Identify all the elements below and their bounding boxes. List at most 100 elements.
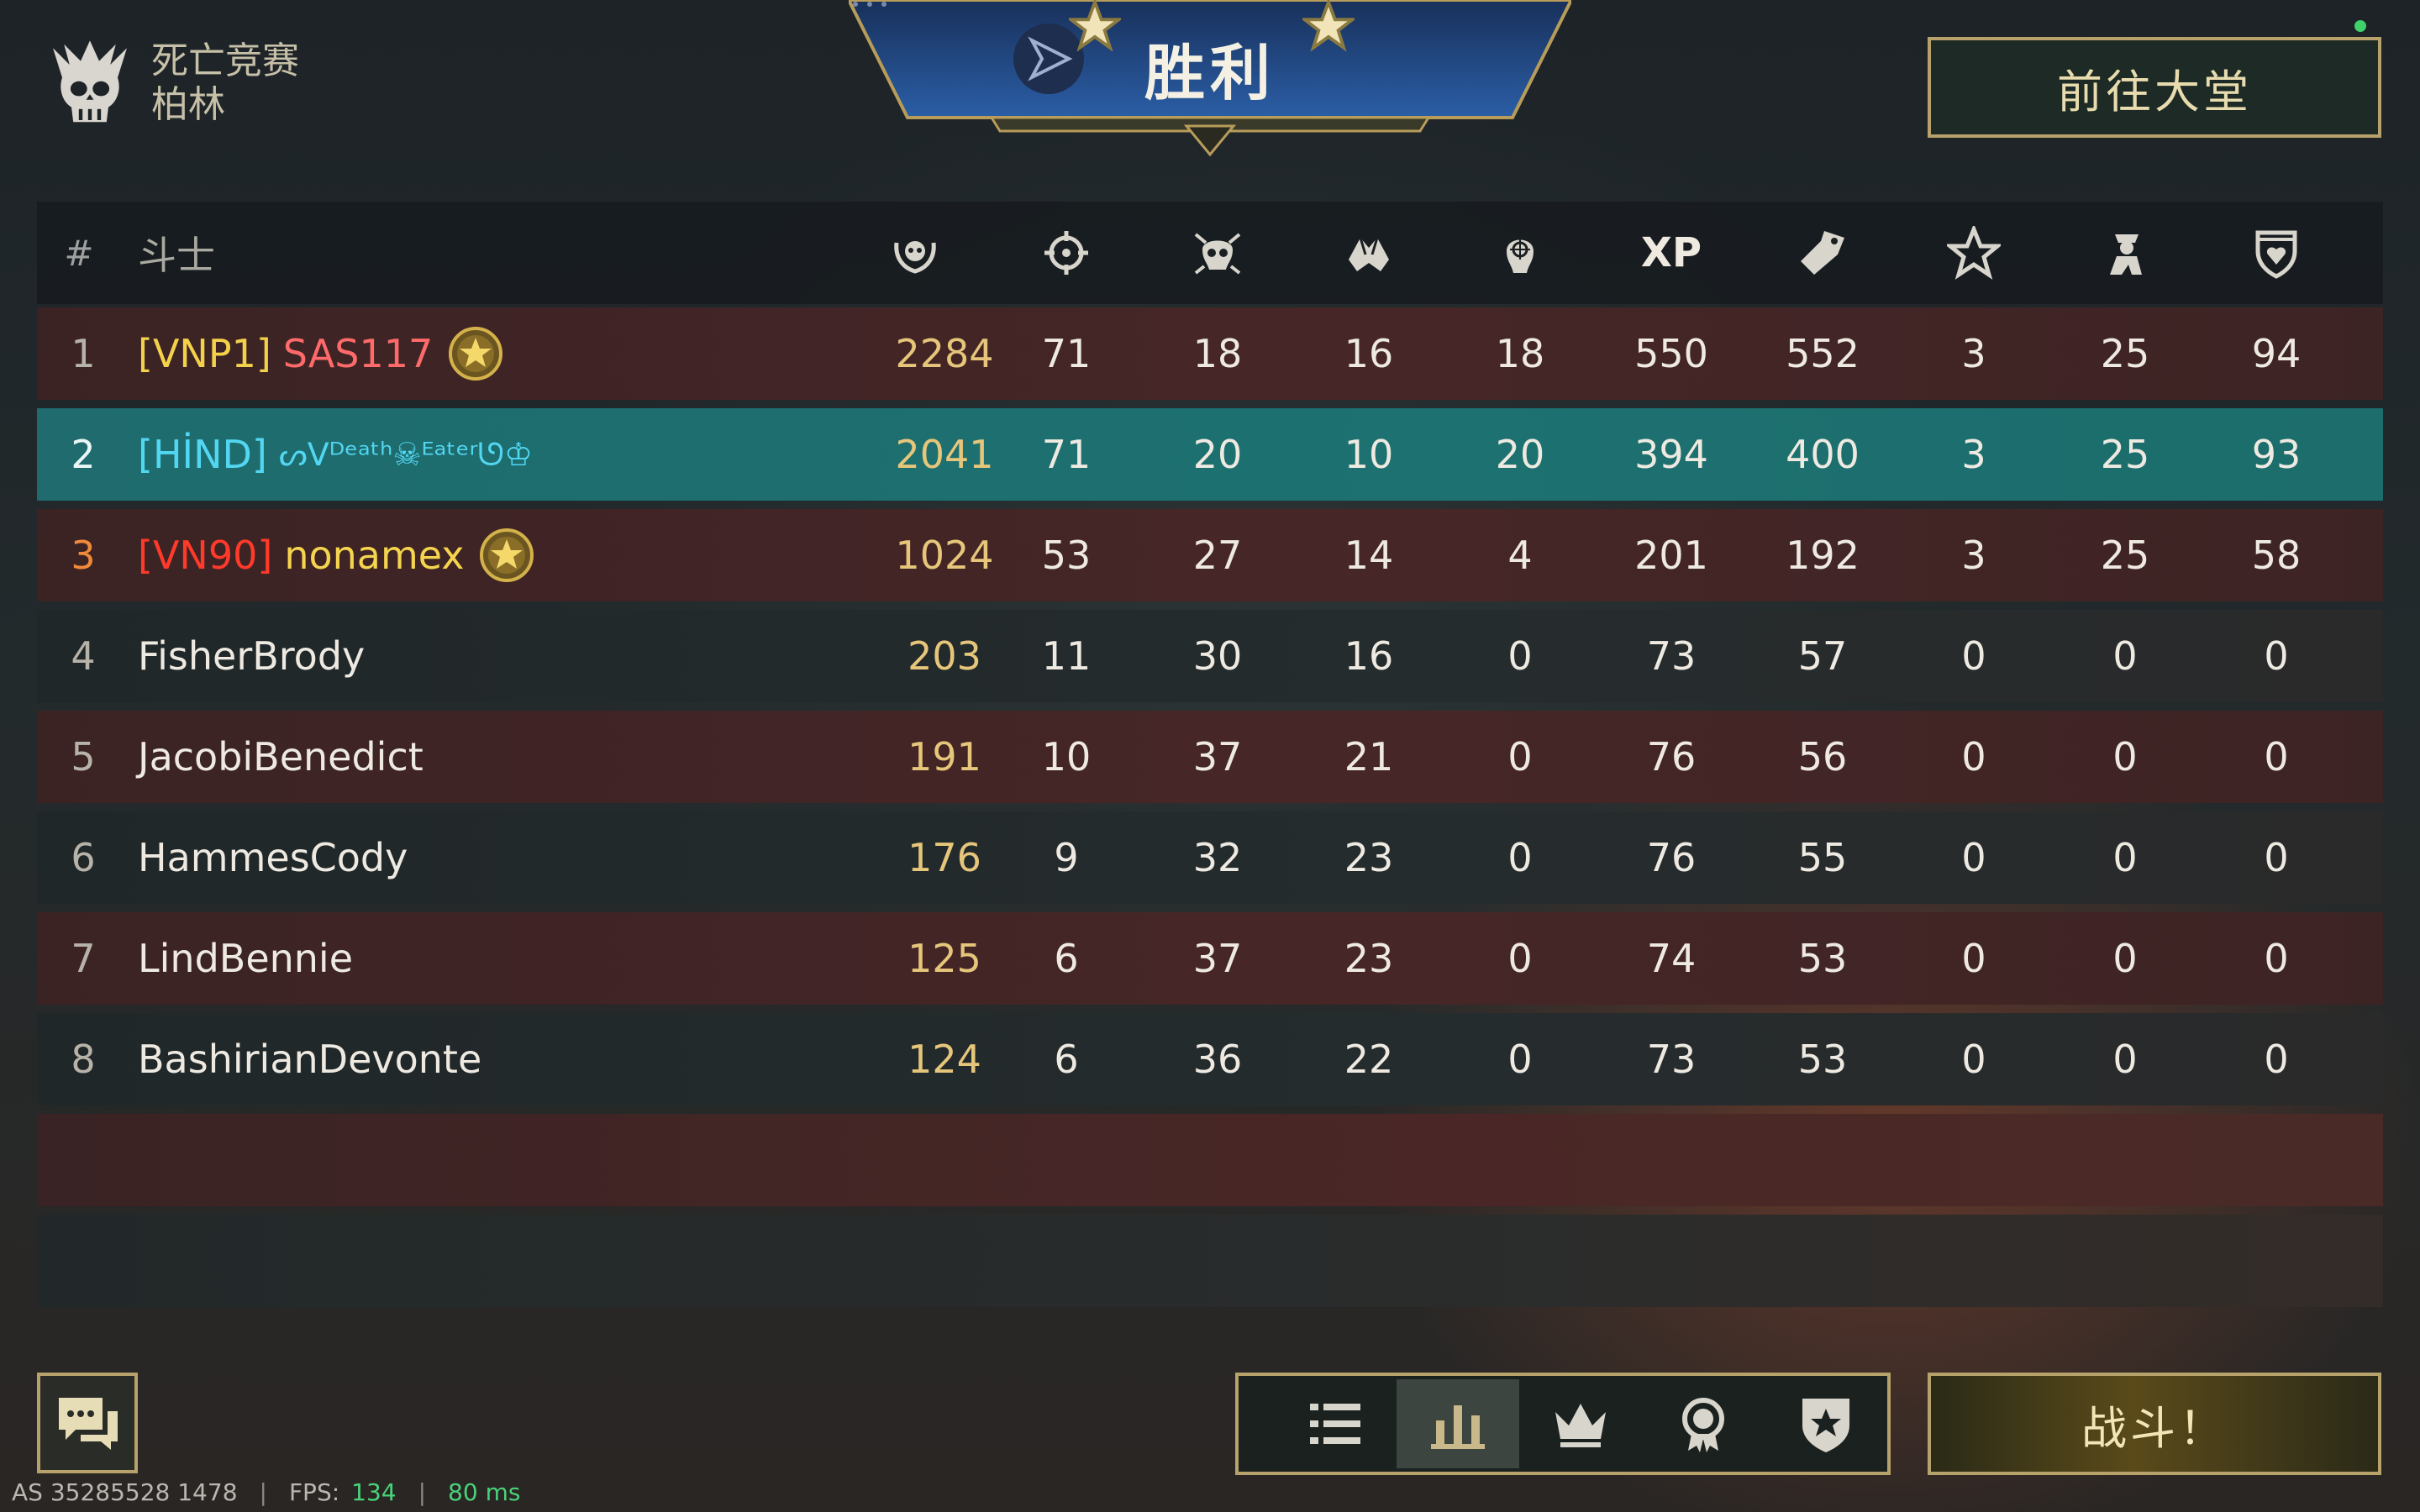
tab-awards[interactable] [1642,1379,1765,1468]
headshot-icon [1482,202,1558,304]
table-row[interactable]: 5 JacobiBenedict 191 10 37 21 0 76 56 0 … [37,711,2383,803]
stat-star: 0 [1961,734,1986,780]
stat-headshots: 0 [1507,633,1533,679]
stat-soldier: 25 [2100,533,2150,578]
stat-headshots: 0 [1507,835,1533,880]
stat-deaths: 32 [1192,835,1243,880]
fps-label: FPS: [288,1478,340,1506]
star-right-icon [1302,0,1355,52]
score-wreath-icon [877,202,953,304]
stat-assists: 23 [1344,835,1394,880]
rank: 6 [71,835,96,880]
gold-medal-icon [480,528,534,582]
rank: 2 [71,432,96,477]
table-row[interactable]: 1 [VNP1] SAS117 2284 71 18 16 18 550 552… [37,307,2383,400]
soldier-icon [2087,202,2163,304]
stat-assists: 21 [1344,734,1394,780]
chat-icon [59,1398,118,1450]
stat-assists: 16 [1344,633,1394,679]
connection-status-dot [2354,20,2366,32]
stat-kills: 71 [1041,432,1092,477]
stat-tag: 55 [1797,835,1848,880]
table-row[interactable]: 4 FisherBrody 203 11 30 16 0 73 57 0 0 0 [37,610,2383,702]
separator: | [259,1478,267,1506]
victory-banner: 胜利 [849,0,1571,160]
stat-soldier: 0 [2112,633,2138,679]
tab-ranking[interactable] [1519,1379,1642,1468]
stat-tag: 400 [1786,432,1860,477]
table-row[interactable]: 7 LindBennie 125 6 37 23 0 74 53 0 0 0 [37,912,2383,1005]
stat-star: 3 [1961,533,1986,578]
stat-assists: 14 [1344,533,1394,578]
stat-star: 0 [1961,1037,1986,1082]
stat-shield: 58 [2251,533,2302,578]
stat-xp: 201 [1634,533,1708,578]
stat-score: 176 [908,835,981,880]
victory-title: 胜利 [1144,38,1276,108]
stat-tag: 57 [1797,633,1848,679]
stat-assists: 16 [1344,331,1394,376]
stat-deaths: 18 [1192,331,1243,376]
clan-tag: [VNP1] [138,331,271,376]
empty-row [37,1114,2383,1206]
shield-star-icon [1802,1399,1849,1452]
table-row-self[interactable]: 2 [HİND] ᔕᐯᴰᵉᵃᵗʰ☠ᴱᵃᵗᵉʳᘎ♔ 2041 71 20 10 2… [37,408,2383,501]
tab-stats[interactable] [1397,1379,1519,1468]
stat-kills: 11 [1041,633,1092,679]
stat-soldier: 0 [2112,835,2138,880]
server-info: AS 35285528 1478 [12,1478,238,1506]
stat-score: 191 [908,734,981,780]
stat-soldier: 0 [2112,1037,2138,1082]
empty-row [37,1215,2383,1307]
player-nickname: BashirianDevonte [138,1037,482,1082]
stat-headshots: 0 [1507,1037,1533,1082]
fps-value: 134 [351,1478,397,1506]
stat-soldier: 25 [2100,331,2150,376]
rank: 3 [71,533,96,578]
stat-score: 125 [908,936,981,981]
clan-tag: [VN90] [138,533,273,578]
separator: | [418,1478,427,1506]
shield-heart-icon [2238,202,2314,304]
table-row[interactable]: 8 BashirianDevonte 124 6 36 22 0 73 53 0… [37,1013,2383,1105]
stat-deaths: 30 [1192,633,1243,679]
stat-kills: 53 [1041,533,1092,578]
stat-shield: 94 [2251,331,2302,376]
stat-kills: 6 [1054,1037,1079,1082]
stat-star: 3 [1961,432,1986,477]
tag-icon [1785,202,1860,304]
stat-tag: 53 [1797,936,1848,981]
fight-button[interactable]: 战斗！ [1928,1373,2381,1475]
star-icon [1936,202,2012,304]
chat-button[interactable] [37,1373,138,1473]
bottom-tab-bar [1235,1373,1891,1475]
tab-badges[interactable] [1765,1379,1887,1468]
table-row[interactable]: 3 [VN90] nonamex 1024 53 27 14 4 201 192… [37,509,2383,601]
stat-score: 2284 [895,331,994,376]
rank-header: # [64,232,94,274]
stat-xp: 76 [1646,835,1697,880]
stat-headshots: 4 [1507,533,1533,578]
rank: 4 [71,633,96,679]
skull-emblem-icon [53,40,127,123]
stat-deaths: 27 [1192,533,1243,578]
go-to-lobby-button[interactable]: 前往大堂 [1928,37,2381,138]
stat-score: 2041 [895,432,994,477]
rank: 7 [71,936,96,981]
stat-xp: 394 [1634,432,1708,477]
scoreboard-header: # 斗士 XP [37,202,2383,304]
list-icon [1310,1404,1360,1444]
stat-shield: 0 [2264,1037,2289,1082]
tab-list[interactable] [1274,1379,1397,1468]
dots-icon [853,2,886,7]
stat-xp: 76 [1646,734,1697,780]
stat-soldier: 25 [2100,432,2150,477]
stat-star: 0 [1961,936,1986,981]
stat-star: 0 [1961,633,1986,679]
stat-shield: 0 [2264,734,2289,780]
xp-header: XP [1640,229,1702,276]
stat-shield: 0 [2264,633,2289,679]
stat-kills: 6 [1054,936,1079,981]
crown-icon [1555,1404,1606,1447]
table-row[interactable]: 6 HammesCody 176 9 32 23 0 76 55 0 0 0 [37,811,2383,904]
